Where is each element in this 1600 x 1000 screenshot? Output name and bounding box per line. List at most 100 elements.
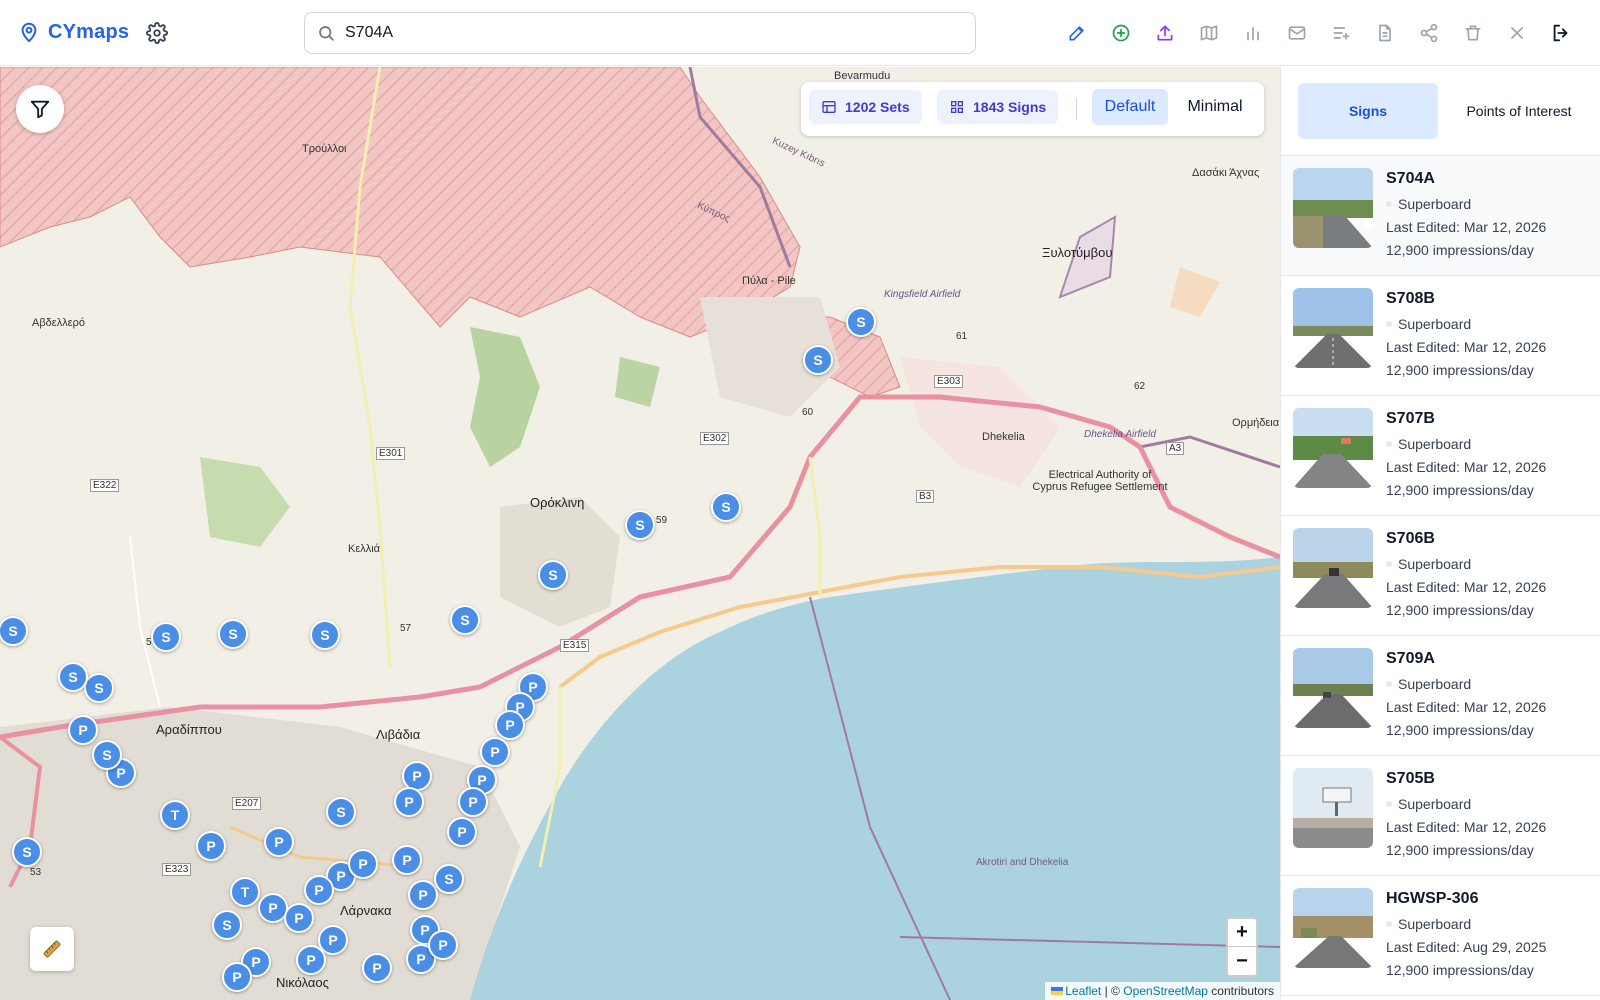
map-marker[interactable]: P bbox=[428, 930, 458, 960]
map-marker[interactable]: P bbox=[304, 875, 334, 905]
list-item[interactable]: S704A Superboard Last Edited: Mar 12, 20… bbox=[1281, 156, 1600, 276]
list-item[interactable]: HGWSP-306 Superboard Last Edited: Aug 29… bbox=[1281, 876, 1600, 996]
list-item[interactable]: S705B Superboard Last Edited: Mar 12, 20… bbox=[1281, 756, 1600, 876]
map-marker[interactable]: S bbox=[151, 622, 181, 652]
sign-thumbnail bbox=[1293, 528, 1373, 608]
map-marker[interactable]: P bbox=[296, 945, 326, 975]
map-marker[interactable]: P bbox=[408, 880, 438, 910]
top-bar: CYmaps bbox=[0, 0, 1600, 66]
sign-last-edited: Last Edited: Mar 12, 2026 bbox=[1386, 219, 1547, 235]
tab-signs[interactable]: Signs bbox=[1298, 83, 1438, 139]
sign-type-label: Superboard bbox=[1398, 676, 1472, 692]
map-marker[interactable]: P bbox=[495, 710, 525, 740]
map-marker[interactable]: P bbox=[394, 787, 424, 817]
map-marker[interactable]: S bbox=[212, 910, 242, 940]
measure-button[interactable] bbox=[30, 927, 74, 971]
search-box bbox=[304, 12, 976, 54]
stats-button[interactable] bbox=[1242, 19, 1264, 47]
map-marker[interactable]: S bbox=[92, 740, 122, 770]
map-marker[interactable]: S bbox=[84, 673, 114, 703]
search-input[interactable] bbox=[345, 24, 945, 42]
gear-icon bbox=[146, 22, 168, 44]
map-marker[interactable]: S bbox=[12, 837, 42, 867]
map-marker[interactable]: S bbox=[450, 605, 480, 635]
zoom-in-button[interactable]: + bbox=[1228, 919, 1256, 947]
close-icon bbox=[1511, 27, 1523, 39]
map-marker[interactable]: P bbox=[392, 845, 422, 875]
map-marker[interactable]: P bbox=[68, 715, 98, 745]
place-label: Λιβάδια bbox=[376, 727, 421, 742]
map-marker[interactable]: S bbox=[218, 619, 248, 649]
place-label: Ξυλοτύμβου bbox=[1042, 245, 1113, 260]
signs-count-button[interactable]: 1843 Signs bbox=[937, 90, 1059, 124]
map-marker[interactable]: S bbox=[803, 345, 833, 375]
mail-button[interactable] bbox=[1286, 19, 1308, 47]
document-button[interactable] bbox=[1374, 19, 1396, 47]
map-marker[interactable]: P bbox=[447, 817, 477, 847]
osm-link[interactable]: OpenStreetMap bbox=[1123, 984, 1208, 998]
map-marker[interactable]: P bbox=[284, 903, 314, 933]
logout-button[interactable] bbox=[1550, 19, 1572, 47]
zoom-out-button[interactable]: − bbox=[1228, 947, 1256, 975]
map-button[interactable] bbox=[1198, 19, 1220, 47]
map-marker[interactable]: S bbox=[310, 620, 340, 650]
road-label: E207 bbox=[232, 797, 262, 810]
mail-icon bbox=[1288, 26, 1306, 40]
place-label: Dhekelia Airfield bbox=[1084, 429, 1156, 440]
map-marker[interactable]: S bbox=[434, 864, 464, 894]
road-label: E303 bbox=[934, 375, 964, 388]
map-marker[interactable]: S bbox=[846, 307, 876, 337]
map-marker[interactable]: P bbox=[222, 962, 252, 992]
place-label: Ορμήδεια bbox=[1232, 417, 1280, 429]
list-plus-icon bbox=[1333, 27, 1350, 40]
sets-count-button[interactable]: 1202 Sets bbox=[809, 90, 922, 124]
sign-type: Superboard bbox=[1386, 676, 1546, 692]
map[interactable]: Bevarmudu Τρούλλοι Αβδελλερό Πύλα - Pile… bbox=[0, 67, 1280, 1000]
sign-type-label: Superboard bbox=[1398, 556, 1472, 572]
map-marker[interactable]: S bbox=[625, 510, 655, 540]
sign-info: S704A Superboard Last Edited: Mar 12, 20… bbox=[1386, 170, 1546, 258]
map-marker[interactable]: P bbox=[264, 827, 294, 857]
file-icon bbox=[1379, 24, 1391, 42]
sign-type: Superboard bbox=[1386, 436, 1546, 452]
sign-impressions: 12,900 impressions/day bbox=[1386, 722, 1534, 738]
type-dot-icon bbox=[1386, 201, 1392, 207]
sign-info: S709A Superboard Last Edited: Mar 12, 20… bbox=[1386, 650, 1546, 738]
map-marker[interactable]: S bbox=[58, 662, 88, 692]
map-marker[interactable]: P bbox=[348, 849, 378, 879]
brand[interactable]: CYmaps bbox=[18, 20, 129, 44]
place-label: Electrical Authority of Cyprus Refugee S… bbox=[1032, 469, 1168, 493]
map-marker[interactable]: S bbox=[538, 560, 568, 590]
map-marker[interactable]: T bbox=[230, 877, 260, 907]
map-marker[interactable]: P bbox=[196, 831, 226, 861]
list-add-button[interactable] bbox=[1330, 19, 1352, 47]
delete-button[interactable] bbox=[1462, 19, 1484, 47]
close-button[interactable] bbox=[1506, 19, 1528, 47]
map-marker[interactable]: P bbox=[480, 737, 510, 767]
sign-last-edited: Last Edited: Mar 12, 2026 bbox=[1386, 819, 1547, 835]
list-item[interactable]: S708B Superboard Last Edited: Mar 12, 20… bbox=[1281, 276, 1600, 396]
map-marker[interactable]: S bbox=[326, 797, 356, 827]
sign-code: S707B bbox=[1386, 410, 1435, 427]
map-marker[interactable]: P bbox=[362, 953, 392, 983]
list-item[interactable]: S707B Superboard Last Edited: Mar 12, 20… bbox=[1281, 396, 1600, 516]
share-button[interactable] bbox=[1418, 19, 1440, 47]
map-marker[interactable]: P bbox=[458, 787, 488, 817]
list-item[interactable]: S709A Superboard Last Edited: Mar 12, 20… bbox=[1281, 636, 1600, 756]
map-marker[interactable]: S bbox=[711, 492, 741, 522]
map-marker[interactable]: T bbox=[160, 800, 190, 830]
tab-points-of-interest[interactable]: Points of Interest bbox=[1453, 83, 1585, 139]
edit-button[interactable] bbox=[1066, 19, 1088, 47]
leaflet-link[interactable]: Leaflet bbox=[1065, 984, 1101, 998]
add-button[interactable] bbox=[1110, 19, 1132, 47]
upload-button[interactable] bbox=[1154, 19, 1176, 47]
logout-icon bbox=[1553, 24, 1568, 42]
road-label: E301 bbox=[376, 447, 406, 460]
mode-default-button[interactable]: Default bbox=[1092, 89, 1168, 125]
road-label: E302 bbox=[700, 432, 730, 445]
settings-button[interactable] bbox=[146, 22, 168, 44]
type-dot-icon bbox=[1386, 921, 1392, 927]
mode-minimal-button[interactable]: Minimal bbox=[1175, 89, 1255, 125]
list-item[interactable]: S706B Superboard Last Edited: Mar 12, 20… bbox=[1281, 516, 1600, 636]
filter-button[interactable] bbox=[16, 85, 64, 133]
